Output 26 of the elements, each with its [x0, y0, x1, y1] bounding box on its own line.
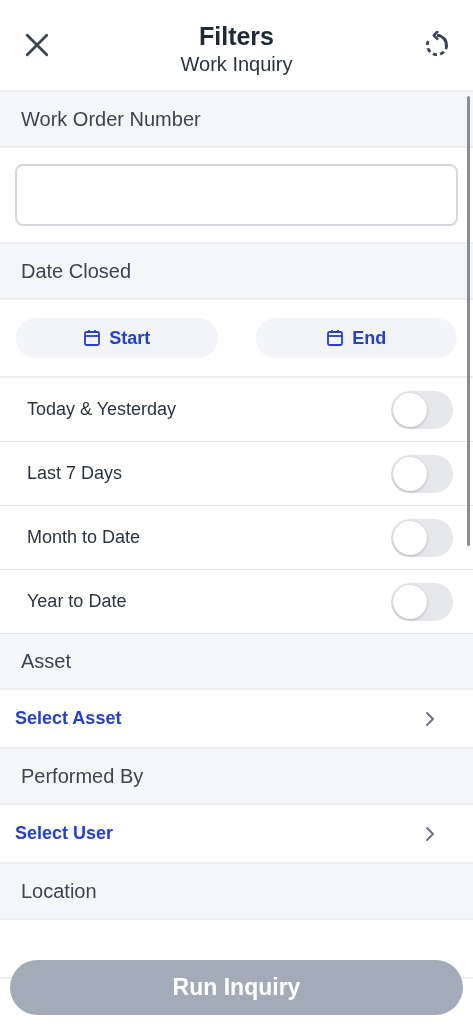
reset-icon: [423, 31, 451, 59]
toggle-switch[interactable]: [391, 454, 453, 493]
toggle-switch[interactable]: [391, 518, 453, 557]
calendar-icon: [83, 329, 102, 347]
calendar-icon: [326, 329, 345, 347]
date-button[interactable]: Start: [16, 318, 218, 358]
page-subtitle: Work Inquiry: [180, 53, 293, 76]
section-header: Work Order Number: [0, 92, 473, 148]
toggle-switch[interactable]: [391, 582, 453, 621]
chevron-right-icon: [425, 710, 435, 727]
select-link[interactable]: Select Asset: [15, 708, 122, 729]
section-header: Asset: [0, 634, 473, 690]
preset-label: Today & Yesterday: [27, 399, 177, 420]
chevron-right-icon: [425, 825, 435, 842]
section-header: Location: [0, 864, 473, 920]
preset-label: Year to Date: [27, 591, 127, 612]
close-icon: [24, 32, 50, 58]
preset-label: Month to Date: [27, 527, 141, 548]
toggle-switch[interactable]: [391, 390, 453, 429]
section-header: Performed By: [0, 749, 473, 805]
section-header: Date Closed: [0, 244, 473, 300]
date-button[interactable]: End: [255, 318, 457, 358]
input-field[interactable]: [15, 164, 458, 226]
select-link[interactable]: Select User: [15, 823, 114, 844]
page-title: Filters: [198, 22, 274, 51]
preset-label: Last 7 Days: [27, 463, 123, 484]
